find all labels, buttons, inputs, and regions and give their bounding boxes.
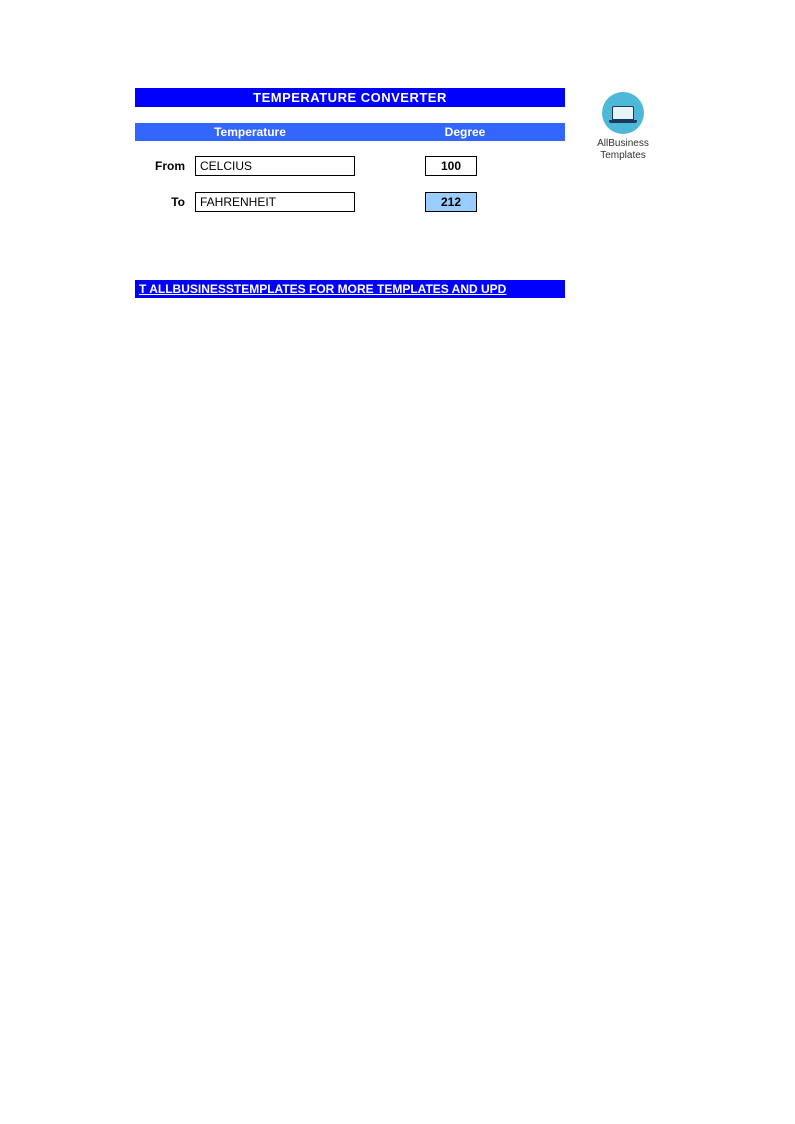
from-row: From CELCIUS 100 xyxy=(135,155,565,177)
to-row: To FAHRENHEIT 212 xyxy=(135,191,565,213)
from-value-input[interactable]: 100 xyxy=(425,156,477,176)
column-headers: Temperature Degree xyxy=(135,123,565,141)
brand-line1: AllBusiness xyxy=(583,138,663,150)
brand-text: AllBusiness Templates xyxy=(583,138,663,162)
laptop-icon xyxy=(602,92,644,134)
brand-logo[interactable]: AllBusiness Templates xyxy=(583,92,663,162)
header-degree: Degree xyxy=(365,125,565,139)
header-temperature: Temperature xyxy=(135,125,365,139)
from-unit-input[interactable]: CELCIUS xyxy=(195,156,355,176)
footer-link[interactable]: T ALLBUSINESSTEMPLATES FOR MORE TEMPLATE… xyxy=(135,280,565,298)
title-bar: TEMPERATURE CONVERTER xyxy=(135,88,565,107)
from-label: From xyxy=(135,159,195,173)
converter-panel: TEMPERATURE CONVERTER Temperature Degree… xyxy=(135,88,565,213)
brand-line2: Templates xyxy=(583,150,663,162)
to-label: To xyxy=(135,195,195,209)
to-unit-input[interactable]: FAHRENHEIT xyxy=(195,192,355,212)
to-value-output: 212 xyxy=(425,192,477,212)
